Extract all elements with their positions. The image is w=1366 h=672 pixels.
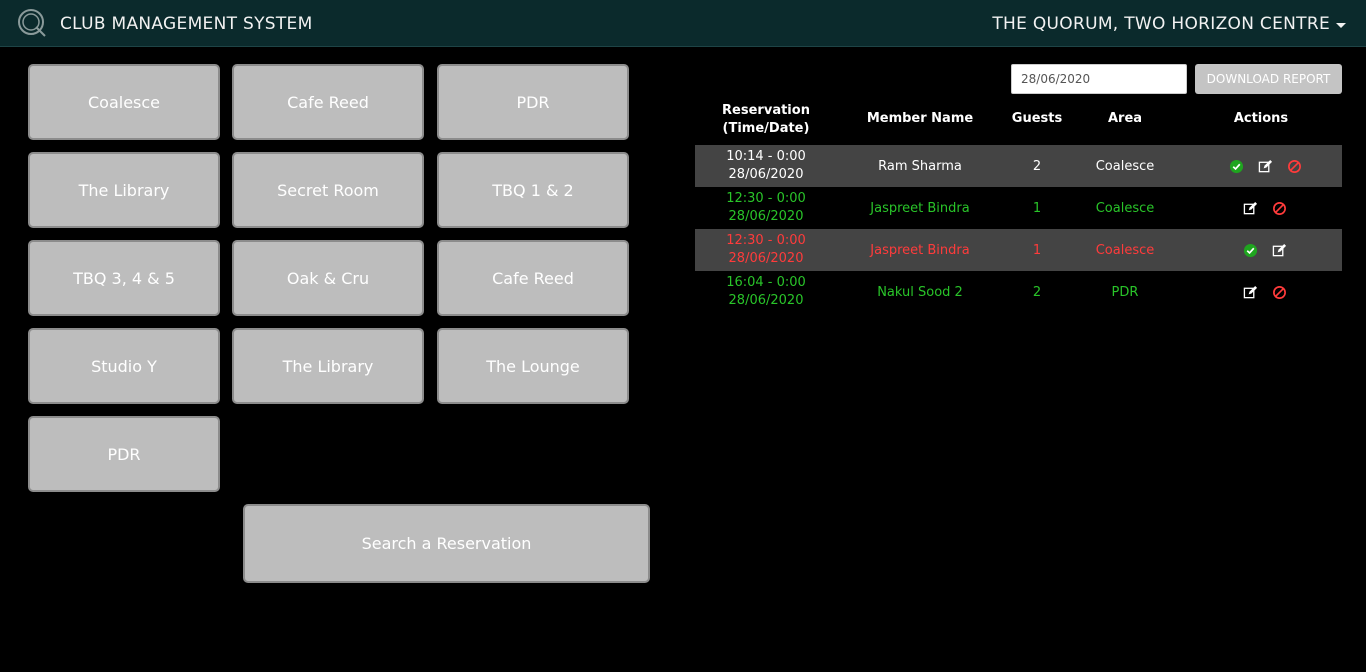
reservation-date: 28/06/2020 (728, 167, 804, 182)
ban-icon[interactable] (1272, 285, 1287, 300)
table-row: 16:04 - 0:00 28/06/2020 Nakul Sood 2 2 P… (695, 271, 1342, 313)
area-tile-tbq-3-4-5[interactable]: TBQ 3, 4 & 5 (28, 240, 220, 316)
edit-icon[interactable] (1272, 243, 1287, 258)
row-actions (1215, 187, 1315, 229)
header-member-name: Member Name (866, 111, 974, 126)
area-tile-oak-cru[interactable]: Oak & Cru (232, 240, 424, 316)
ban-icon[interactable] (1272, 201, 1287, 216)
reservation-time-cell: 16:04 - 0:00 28/06/2020 (705, 271, 827, 313)
area-name: Coalesce (1095, 158, 1155, 174)
ban-icon[interactable] (1287, 159, 1302, 174)
reservation-time-cell: 12:30 - 0:00 28/06/2020 (705, 229, 827, 271)
area-name: Coalesce (1095, 200, 1155, 216)
reservation-date: 28/06/2020 (728, 209, 804, 224)
area-tile-pdr[interactable]: PDR (437, 64, 629, 140)
area-tile-the-library[interactable]: The Library (28, 152, 220, 228)
edit-icon[interactable] (1258, 159, 1273, 174)
area-name: PDR (1111, 284, 1139, 300)
row-actions (1215, 271, 1315, 313)
area-tile-cafe-reed[interactable]: Cafe Reed (232, 64, 424, 140)
area-name: Coalesce (1095, 242, 1155, 258)
area-tile-pdr-2[interactable]: PDR (28, 416, 220, 492)
header-guests: Guests (1011, 111, 1063, 126)
report-date-input[interactable] (1011, 64, 1187, 94)
area-tile-the-lounge[interactable]: The Lounge (437, 328, 629, 404)
header-reservation-line1: Reservation (722, 103, 810, 118)
guest-count: 2 (1032, 158, 1042, 174)
chevron-down-icon[interactable] (1336, 23, 1346, 28)
area-tile-the-library-2[interactable]: The Library (232, 328, 424, 404)
header-area: Area (1107, 111, 1143, 126)
reservation-time: 16:04 - 0:00 (726, 275, 806, 290)
top-bar: CLUB MANAGEMENT SYSTEM THE QUORUM, TWO H… (0, 0, 1366, 47)
check-circle-icon[interactable] (1243, 243, 1258, 258)
reservation-date: 28/06/2020 (728, 251, 804, 266)
reservation-time: 12:30 - 0:00 (726, 233, 806, 248)
check-circle-icon[interactable] (1229, 159, 1244, 174)
table-row: 10:14 - 0:00 28/06/2020 Ram Sharma 2 Coa… (695, 145, 1342, 187)
header-actions: Actions (1233, 111, 1289, 126)
area-tile-tbq-1-2[interactable]: TBQ 1 & 2 (437, 152, 629, 228)
guest-count: 1 (1032, 200, 1042, 216)
member-name: Jaspreet Bindra (870, 200, 970, 216)
search-reservation-button[interactable]: Search a Reservation (243, 504, 650, 583)
row-actions (1215, 145, 1315, 187)
app-title: CLUB MANAGEMENT SYSTEM (60, 14, 313, 34)
venue-selector[interactable]: THE QUORUM, TWO HORIZON CENTRE (992, 14, 1330, 34)
table-row: 12:30 - 0:00 28/06/2020 Jaspreet Bindra … (695, 187, 1342, 229)
area-tile-studio-y[interactable]: Studio Y (28, 328, 220, 404)
reservation-time: 12:30 - 0:00 (726, 191, 806, 206)
member-name: Ram Sharma (878, 158, 962, 174)
area-tile-secret-room[interactable]: Secret Room (232, 152, 424, 228)
reservation-date: 28/06/2020 (728, 293, 804, 308)
table-row: 12:30 - 0:00 28/06/2020 Jaspreet Bindra … (695, 229, 1342, 271)
reservation-time: 10:14 - 0:00 (726, 149, 806, 164)
header-reservation: Reservation (Time/Date) (705, 102, 827, 138)
edit-icon[interactable] (1243, 285, 1258, 300)
download-report-button[interactable]: DOWNLOAD REPORT (1195, 64, 1342, 94)
reservation-time-cell: 12:30 - 0:00 28/06/2020 (705, 187, 827, 229)
member-name: Jaspreet Bindra (870, 242, 970, 258)
guest-count: 2 (1032, 284, 1042, 300)
guest-count: 1 (1032, 242, 1042, 258)
area-tile-cafe-reed-2[interactable]: Cafe Reed (437, 240, 629, 316)
member-name: Nakul Sood 2 (877, 284, 963, 300)
row-actions (1215, 229, 1315, 271)
reservation-time-cell: 10:14 - 0:00 28/06/2020 (705, 145, 827, 187)
edit-icon[interactable] (1243, 201, 1258, 216)
header-reservation-line2: (Time/Date) (722, 121, 810, 136)
quorum-logo-icon (18, 9, 46, 37)
area-tile-coalesce[interactable]: Coalesce (28, 64, 220, 140)
